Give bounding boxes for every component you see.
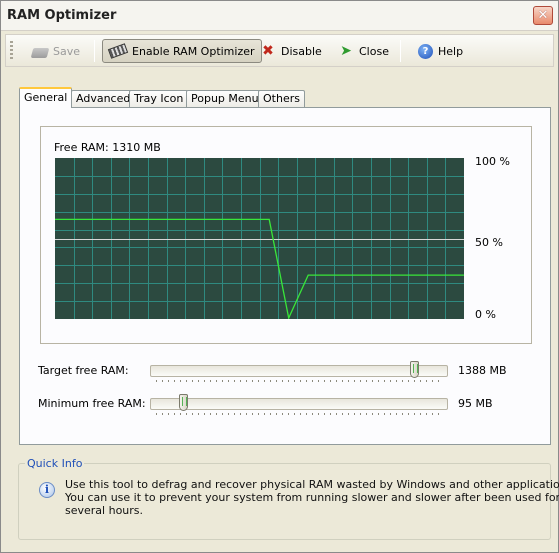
green-exit-icon: ➤: [340, 43, 352, 59]
save-button[interactable]: Save: [26, 39, 86, 63]
tab-tray-icon[interactable]: Tray Icon: [129, 90, 189, 108]
free-ram-readout: Free RAM: 1310 MB: [54, 141, 161, 154]
window-title: RAM Optimizer: [7, 8, 117, 23]
ram-optimizer-window: RAM Optimizer ✕ Save Enable RAM Optimize…: [0, 0, 559, 553]
red-cross-icon: ✖: [262, 43, 274, 59]
graph-label-50: 50 %: [475, 236, 503, 249]
toolbar-separator: [94, 40, 95, 62]
tab-general[interactable]: General: [19, 87, 73, 108]
minimum-free-ram-label: Minimum free RAM:: [38, 397, 146, 410]
quick-info-text: Use this tool to defrag and recover phys…: [65, 478, 559, 517]
quick-info-line: You can use it to prevent your system fr…: [65, 491, 559, 504]
toolbar: Save Enable RAM Optimizer ✖ Disable ➤ Cl…: [5, 34, 554, 67]
close-button[interactable]: ➤ Close: [332, 39, 395, 63]
target-free-ram-ticks: [156, 380, 444, 382]
toolbar-separator: [400, 40, 401, 62]
save-button-label: Save: [53, 44, 81, 58]
target-free-ram-value: 1388 MB: [458, 364, 507, 377]
minimum-free-ram-value: 95 MB: [458, 397, 493, 410]
enable-button-label: Enable RAM Optimizer: [132, 44, 255, 58]
tab-popup-menu[interactable]: Popup Menu: [186, 90, 264, 108]
ram-chip-icon: [107, 43, 129, 59]
free-ram-line: [55, 218, 464, 319]
minimum-free-ram-row: Minimum free RAM: 95 MB: [20, 393, 552, 415]
graph-label-0: 0 %: [475, 308, 496, 321]
minimum-free-ram-slider-thumb[interactable]: [178, 394, 188, 411]
help-button[interactable]: ? Help: [412, 39, 469, 63]
tab-others[interactable]: Others: [258, 90, 305, 108]
free-ram-graph: [55, 158, 464, 319]
close-window-button[interactable]: ✕: [533, 6, 553, 25]
enable-ram-optimizer-button[interactable]: Enable RAM Optimizer: [102, 39, 262, 63]
help-icon: ?: [418, 43, 433, 59]
info-icon: i: [39, 482, 55, 498]
target-free-ram-slider-thumb[interactable]: [410, 361, 420, 378]
general-tab-panel: Free RAM: 1310 MB 100 % 50 % 0 % Target …: [19, 107, 551, 445]
minimum-free-ram-track[interactable]: [150, 398, 448, 410]
target-free-ram-track[interactable]: [150, 365, 448, 377]
tab-advanced[interactable]: Advanced: [71, 90, 136, 108]
quick-info-line: several hours.: [65, 504, 144, 517]
target-free-ram-row: Target free RAM: 1388 MB: [20, 360, 552, 382]
disable-button-label: Disable: [281, 44, 322, 58]
quick-info-group: Quick Info i Use this tool to defrag and…: [18, 457, 559, 540]
quick-info-legend: Quick Info: [25, 457, 85, 470]
disk-icon: [30, 47, 50, 58]
disable-button[interactable]: ✖ Disable: [254, 39, 328, 63]
graph-label-100: 100 %: [475, 155, 510, 168]
target-free-ram-label: Target free RAM:: [38, 364, 129, 377]
quick-info-line: Use this tool to defrag and recover phys…: [65, 478, 559, 491]
title-bar[interactable]: RAM Optimizer ✕: [1, 1, 558, 31]
free-ram-chart: [55, 158, 464, 319]
help-button-label: Help: [438, 44, 464, 58]
minimum-free-ram-ticks: [156, 413, 444, 415]
close-button-label: Close: [359, 44, 389, 58]
free-ram-graph-frame: Free RAM: 1310 MB 100 % 50 % 0 %: [40, 126, 532, 344]
toolbar-grip[interactable]: [10, 41, 13, 61]
